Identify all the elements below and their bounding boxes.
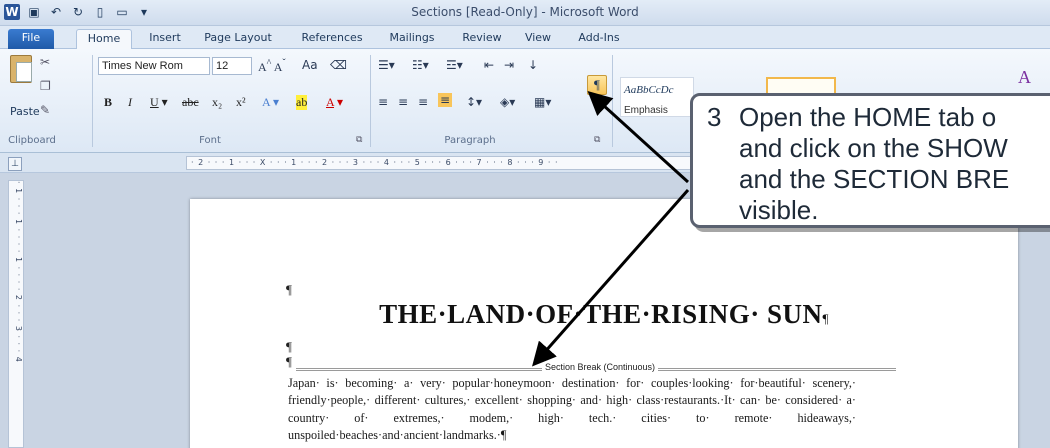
bold-button[interactable]: B	[104, 95, 112, 110]
shading-icon[interactable]: ◈▾	[500, 95, 515, 109]
underline-button[interactable]: U ▾	[150, 95, 168, 110]
horizontal-ruler[interactable]: · 2 · · · 1 · · · X · · · 1 · · · 2 · · …	[186, 156, 706, 170]
superscript-button[interactable]: x²	[236, 95, 246, 110]
step-number: 3	[707, 102, 722, 132]
title-bar: W ▣ ↶ ↻ ▯ ▭ ▾ Sections [Read-Only] - Mic…	[0, 0, 1050, 26]
paragraph-dialog-launcher-icon[interactable]: ⧉	[594, 135, 600, 145]
tab-page-layout[interactable]: Page Layout	[196, 29, 280, 49]
increase-indent-icon[interactable]: ⇥	[504, 58, 514, 72]
borders-icon[interactable]: ▦▾	[534, 95, 551, 109]
text-effects-icon[interactable]: A ▾	[262, 95, 279, 110]
tab-view[interactable]: View	[518, 29, 558, 49]
subscript-button[interactable]: x₂	[212, 95, 222, 110]
decrease-indent-icon[interactable]: ⇤	[484, 58, 494, 72]
body-paragraph[interactable]: Japan· is· becoming· a· very· popular·ho…	[288, 375, 856, 445]
font-size-combo[interactable]: 12	[212, 57, 252, 75]
group-separator	[370, 55, 371, 147]
document-heading-text: THE·LAND·OF·THE·RISING· SUN	[379, 299, 823, 329]
document-heading[interactable]: THE·LAND·OF·THE·RISING· SUN¶	[190, 299, 1018, 330]
copy-icon[interactable]: ❐	[40, 79, 51, 93]
window-title: Sections [Read-Only] - Microsoft Word	[411, 5, 639, 19]
font-name-combo[interactable]: Times New Rom	[98, 57, 210, 75]
instruction-callout: 3 Open the HOME tab o and click on the S…	[690, 93, 1050, 228]
tab-review[interactable]: Review	[454, 29, 510, 49]
tab-mailings[interactable]: Mailings	[380, 29, 444, 49]
tab-add-ins[interactable]: Add-Ins	[570, 29, 628, 49]
format-painter-icon[interactable]: ✎	[40, 103, 50, 117]
clipboard-group-label: Clipboard	[8, 135, 56, 146]
highlight-color-icon[interactable]: ab	[296, 95, 308, 110]
style-emphasis[interactable]: AaBbCcDc Emphasis	[620, 77, 694, 117]
font-dialog-launcher-icon[interactable]: ⧉	[356, 135, 362, 145]
group-separator	[92, 55, 93, 147]
group-separator	[612, 55, 613, 147]
change-case-button[interactable]: Aa	[302, 58, 318, 72]
style-emphasis-label: Emphasis	[624, 105, 668, 116]
instruction-text: Open the HOME tab o and click on the SHO…	[739, 102, 1010, 225]
style-sample-text: AaBbCcDc	[624, 84, 674, 96]
align-right-icon[interactable]: ≡	[418, 95, 428, 109]
bullets-icon[interactable]: ☰▾	[378, 58, 395, 72]
vertical-ruler[interactable]: · 1 · · · 1 · · · · 1 · · · · 2 · · · 3 …	[8, 180, 24, 448]
paragraph-mark: ¶	[822, 311, 829, 326]
document-page[interactable]: ¶ THE·LAND·OF·THE·RISING· SUN¶ ¶ ¶ Secti…	[190, 199, 1018, 448]
paste-button-label[interactable]: Paste	[10, 105, 40, 118]
change-styles-icon[interactable]: A	[1018, 67, 1031, 88]
section-break[interactable]: Section Break (Continuous)	[296, 362, 896, 373]
section-break-label: Section Break (Continuous)	[542, 362, 659, 372]
font-color-icon[interactable]: A ▾	[326, 95, 343, 110]
show-hide-button[interactable]: ¶	[587, 75, 607, 95]
paragraph-mark: ¶	[286, 354, 292, 369]
align-center-icon[interactable]: ≡	[398, 95, 408, 109]
tab-file[interactable]: File	[8, 29, 54, 49]
clear-formatting-icon[interactable]: ⌫	[330, 58, 347, 72]
paragraph-mark: ¶	[286, 339, 292, 354]
strikethrough-button[interactable]: abc	[182, 95, 199, 110]
ribbon-tabs: File Home Insert Page Layout References …	[0, 26, 1050, 49]
line-spacing-icon[interactable]: ↕▾	[466, 95, 482, 109]
tab-references[interactable]: References	[292, 29, 372, 49]
tab-home[interactable]: Home	[76, 29, 132, 49]
paragraph-group-label: Paragraph	[444, 135, 496, 146]
cut-icon[interactable]: ✂	[40, 55, 50, 69]
sort-icon[interactable]: ↓	[528, 58, 538, 72]
justify-icon[interactable]: ≡	[438, 93, 453, 107]
paragraph-mark: ¶	[286, 282, 292, 297]
multilevel-list-icon[interactable]: ☲▾	[446, 58, 463, 72]
grow-font-icon[interactable]: A^ Aˇ	[258, 58, 286, 75]
paste-icon[interactable]	[10, 55, 32, 83]
italic-button[interactable]: I	[128, 95, 132, 110]
font-group-label: Font	[199, 135, 221, 146]
numbering-icon[interactable]: ☷▾	[412, 58, 429, 72]
tab-selector-icon[interactable]: ⊥	[8, 157, 22, 171]
tab-insert[interactable]: Insert	[142, 29, 188, 49]
align-left-icon[interactable]: ≡	[378, 95, 388, 109]
